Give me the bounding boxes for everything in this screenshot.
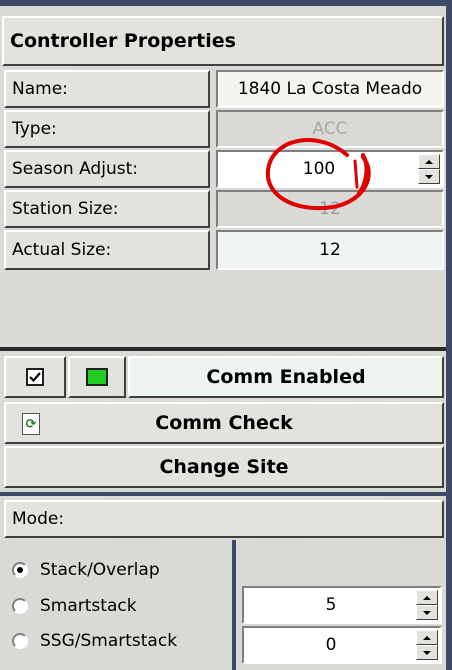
arrow-up-icon <box>423 595 431 600</box>
arrow-down-icon <box>425 174 433 179</box>
checkmark-icon <box>29 372 41 383</box>
actual-size-label: Actual Size: <box>4 230 210 270</box>
arrow-up-icon <box>425 159 433 164</box>
mode-option-ssg-smartstack[interactable]: SSG/Smartstack <box>12 629 177 653</box>
red-circle-annotation <box>265 138 371 211</box>
name-label: Name: <box>4 70 210 108</box>
ssg-value: 0 <box>325 635 337 655</box>
comm-check-button[interactable]: ⟳ Comm Check <box>4 402 444 444</box>
season-adjust-label: Season Adjust: <box>4 150 210 188</box>
arrow-down-icon <box>423 610 431 615</box>
mode-option-stack-overlap[interactable]: Stack/Overlap <box>12 558 160 582</box>
right-border <box>446 0 452 670</box>
radio-selected-dot <box>17 567 23 573</box>
refresh-icon: ⟳ <box>22 413 40 435</box>
top-border <box>0 0 452 6</box>
spin-up-button[interactable] <box>418 154 440 169</box>
mode-option-smartstack[interactable]: Smartstack <box>12 594 137 618</box>
spin-down-button[interactable] <box>418 169 440 184</box>
spin-up-button[interactable] <box>416 630 438 645</box>
comm-enabled-checkbox-cell[interactable] <box>4 356 66 398</box>
comm-enabled-label: Comm Enabled <box>128 356 444 398</box>
comm-status-cell <box>68 356 126 398</box>
arrow-up-icon <box>423 635 431 640</box>
season-adjust-spin-buttons[interactable] <box>418 154 440 184</box>
smartstack-spin-buttons[interactable] <box>416 590 438 620</box>
panel-title-text: Controller Properties <box>10 30 236 52</box>
comm-enabled-checkbox[interactable] <box>26 368 44 386</box>
name-field[interactable]: 1840 La Costa Meado <box>216 70 444 108</box>
spin-up-button[interactable] <box>416 590 438 605</box>
comm-status-indicator <box>86 368 108 386</box>
mode-label: Mode: <box>4 500 444 538</box>
radio-button[interactable] <box>12 633 28 649</box>
change-site-button[interactable]: Change Site <box>4 446 444 488</box>
divider <box>0 347 446 351</box>
mode-separator <box>0 492 446 496</box>
arrow-down-icon <box>423 650 431 655</box>
panel-title: Controller Properties <box>2 16 444 66</box>
ssg-spin-buttons[interactable] <box>416 630 438 660</box>
ssg-spinner[interactable]: 0 <box>242 626 442 664</box>
smartstack-spinner[interactable]: 5 <box>242 586 442 624</box>
station-size-label: Station Size: <box>4 190 210 228</box>
spin-down-button[interactable] <box>416 605 438 620</box>
type-label: Type: <box>4 110 210 148</box>
radio-button[interactable] <box>12 562 28 578</box>
spin-down-button[interactable] <box>416 645 438 660</box>
mode-vertical-separator <box>232 540 236 670</box>
radio-button[interactable] <box>12 598 28 614</box>
smartstack-value: 5 <box>325 595 337 615</box>
actual-size-field: 12 <box>216 230 444 270</box>
